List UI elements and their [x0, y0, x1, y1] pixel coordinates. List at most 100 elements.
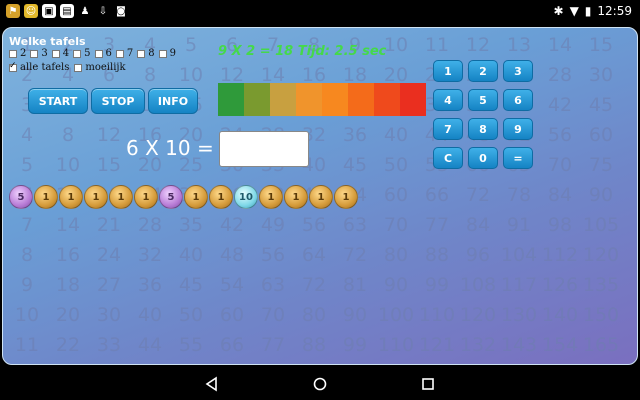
keypad-key-7[interactable]: 7	[433, 118, 463, 140]
keypad-key-0[interactable]: 0	[468, 147, 498, 169]
table-checkbox[interactable]	[9, 49, 17, 58]
tables-checkboxes: 2 3 4 5 6 7 8 9	[9, 48, 178, 59]
keypad-key-clear[interactable]: C	[433, 147, 463, 169]
background-number: 32	[137, 244, 163, 266]
background-number: 144	[458, 364, 498, 365]
time-bar-segment	[374, 83, 400, 116]
home-icon[interactable]	[312, 376, 328, 392]
background-number: 130	[500, 304, 538, 326]
bag-icon: ◙	[116, 5, 126, 17]
keypad-key-equals[interactable]: =	[503, 147, 533, 169]
notification-icons: ⚑ ☺ ▣ ▤ ♟ ⇩ ◙	[6, 4, 128, 18]
table-checkbox[interactable]	[137, 49, 146, 58]
background-number: 10	[178, 64, 204, 86]
background-number: 15	[96, 154, 122, 176]
background-number: 49	[260, 214, 286, 236]
battery-icon: ▮	[584, 4, 592, 18]
start-button[interactable]: START	[28, 88, 88, 114]
background-number: 126	[541, 274, 579, 296]
background-number: 66	[424, 184, 450, 206]
time-bar-segment	[270, 83, 296, 116]
table-checkbox[interactable]	[51, 49, 60, 58]
background-number: 20	[55, 304, 81, 326]
background-number: 84	[547, 184, 573, 206]
background-number: 88	[301, 334, 327, 356]
info-button[interactable]: INFO	[148, 88, 198, 114]
table-checkbox[interactable]	[115, 49, 124, 58]
background-number: 60	[171, 364, 211, 365]
background-number: 96	[294, 364, 334, 365]
background-number: 78	[506, 184, 532, 206]
stop-button[interactable]: STOP	[91, 88, 145, 114]
time-bar-segment	[348, 83, 374, 116]
background-number: 140	[541, 304, 579, 326]
table-label: 2	[20, 48, 27, 59]
background-number: 9	[20, 274, 34, 296]
background-number: 21	[96, 214, 122, 236]
background-number: 36	[137, 274, 163, 296]
table-checkbox[interactable]	[73, 49, 82, 58]
keypad-key-2[interactable]: 2	[468, 60, 498, 82]
time-bar-segment	[400, 83, 426, 116]
answer-input[interactable]	[219, 131, 309, 167]
background-number: 75	[588, 154, 614, 176]
table-checkbox[interactable]	[158, 49, 167, 58]
time-bar-segment	[322, 83, 348, 116]
table-label: 8	[148, 48, 155, 59]
background-number: 143	[500, 334, 538, 356]
keypad-key-8[interactable]: 8	[468, 118, 498, 140]
background-number: 70	[547, 154, 573, 176]
keypad-key-9[interactable]: 9	[503, 118, 533, 140]
background-number: 180	[581, 364, 621, 365]
background-number: 156	[499, 364, 539, 365]
table-label: 3	[41, 48, 48, 59]
background-number: 11	[424, 34, 450, 56]
background-number: 120	[582, 244, 620, 266]
background-number: 132	[459, 334, 497, 356]
coin-icon: 1	[259, 185, 283, 209]
background-number: 100	[377, 304, 415, 326]
background-number: 64	[301, 244, 327, 266]
background-number: 63	[260, 274, 286, 296]
recents-icon[interactable]	[420, 376, 436, 392]
background-number: 66	[219, 334, 245, 356]
keypad-key-3[interactable]: 3	[503, 60, 533, 82]
background-number: 165	[582, 334, 620, 356]
photo-icon: ▣	[42, 4, 56, 18]
difficult-label: moeilijk	[85, 62, 126, 73]
coin-icon: 1	[109, 185, 133, 209]
background-number: 18	[55, 274, 81, 296]
background-number: 55	[178, 334, 204, 356]
background-number: 12	[7, 364, 47, 365]
clock: 12:59	[597, 4, 632, 18]
keypad-key-5[interactable]: 5	[468, 89, 498, 111]
background-number: 56	[260, 244, 286, 266]
bluetooth-icon: ✱	[553, 4, 564, 18]
background-number: 80	[301, 304, 327, 326]
difficult-checkbox[interactable]	[74, 63, 83, 72]
background-number: 120	[376, 364, 416, 365]
background-number: 15	[588, 34, 614, 56]
table-checkbox[interactable]	[30, 49, 39, 58]
background-number: 110	[377, 334, 415, 356]
wifi-icon: ▼	[569, 4, 579, 18]
background-number: 168	[540, 364, 580, 365]
background-number: 44	[137, 334, 163, 356]
keypad-key-6[interactable]: 6	[503, 89, 533, 111]
back-icon[interactable]	[204, 376, 220, 392]
background-number: 45	[342, 154, 368, 176]
keypad-key-4[interactable]: 4	[433, 89, 463, 111]
table-label: 5	[84, 48, 91, 59]
table-checkbox[interactable]	[94, 49, 103, 58]
background-number: 91	[506, 214, 532, 236]
emoji-icon: ☺	[24, 4, 38, 18]
background-number: 112	[541, 244, 579, 266]
background-number: 13	[506, 34, 532, 56]
keypad-key-1[interactable]: 1	[433, 60, 463, 82]
all-tables-checkbox[interactable]	[9, 61, 17, 72]
background-number: 5	[20, 154, 34, 176]
nav-bar	[0, 368, 640, 400]
background-number: 105	[582, 214, 620, 236]
background-number: 90	[588, 184, 614, 206]
table-label: 9	[169, 48, 176, 59]
